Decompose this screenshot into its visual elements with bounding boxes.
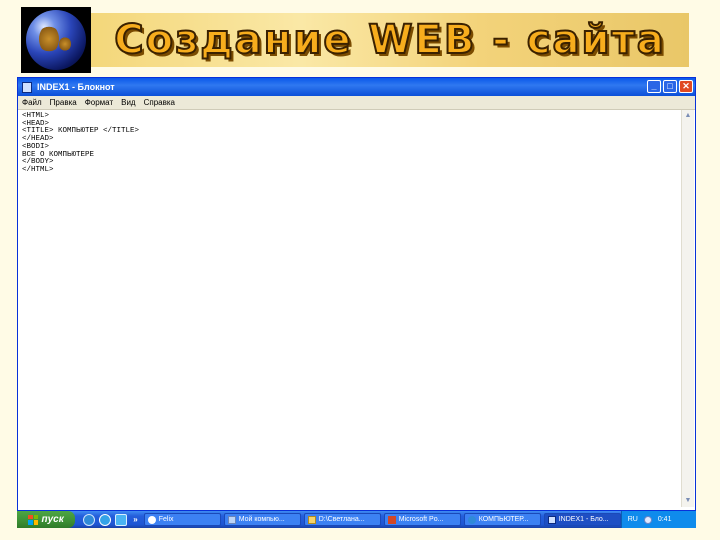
notepad-window[interactable]: INDEX1 - Блокнот _ □ ✕ Файл Правка Форма… [17,77,696,511]
task-felix[interactable]: Felix [143,513,221,526]
scroll-down-arrow-icon[interactable]: ▼ [683,496,693,506]
system-tray: RU 0:41 [620,511,696,528]
window-titlebar[interactable]: INDEX1 - Блокнот _ □ ✕ [18,78,695,96]
menu-format[interactable]: Формат [85,98,113,107]
task-folder[interactable]: D:\Светлана... [303,513,381,526]
task-label: Felix [158,516,174,523]
more-chevron-icon[interactable]: » [133,515,137,524]
page-title: Создание WEB - сайта [113,16,666,64]
globe-image [21,7,91,73]
task-label: Microsoft Po... [398,516,444,523]
task-label: INDEX1 - Бло... [558,516,609,523]
quick-launch: » [83,513,138,526]
paw-icon [147,515,156,524]
windows-logo-icon [28,514,39,525]
maximize-button[interactable]: □ [663,80,677,93]
window-title: INDEX1 - Блокнот [37,82,115,92]
editor-content[interactable]: <HTML> <HEAD> <TITLE> КОМПЬЮТЕР </TITLE>… [20,110,681,178]
vertical-scrollbar[interactable]: ▲ ▼ [681,110,694,507]
close-button[interactable]: ✕ [679,80,693,93]
task-label: D:\Светлана... [318,516,365,523]
text-editor[interactable]: <HTML> <HEAD> <TITLE> КОМПЬЮТЕР </TITLE>… [20,110,681,507]
globe-land [39,25,59,53]
menu-bar: Файл Правка Формат Вид Справка [18,96,695,110]
menu-view[interactable]: Вид [121,98,135,107]
menu-help[interactable]: Справка [144,98,175,107]
menu-file[interactable]: Файл [22,98,42,107]
task-label: Мой компью... [238,516,285,523]
desktop-quicklaunch-icon[interactable] [115,513,128,526]
task-list: Felix Мой компью... D:\Светлана... Micro… [143,513,621,526]
notepad-icon [547,515,556,524]
minimize-button[interactable]: _ [647,80,661,93]
scroll-up-arrow-icon[interactable]: ▲ [683,111,693,121]
notepad-icon [22,81,32,93]
clock[interactable]: 0:41 [658,516,672,523]
task-label: КОМПЬЮТЕР... [478,516,529,523]
task-notepad[interactable]: INDEX1 - Бло... [543,513,621,526]
language-indicator[interactable]: RU [628,516,638,523]
task-powerpoint[interactable]: Microsoft Po... [383,513,461,526]
header-banner: Создание WEB - сайта [91,13,689,67]
media-quicklaunch-icon[interactable] [99,513,112,526]
start-label: пуск [41,514,64,525]
menu-edit[interactable]: Правка [50,98,77,107]
browser-icon [467,515,476,524]
task-my-computer[interactable]: Мой компью... [223,513,301,526]
network-icon[interactable] [643,515,652,524]
powerpoint-icon [387,515,396,524]
start-button[interactable]: пуск [17,511,76,528]
task-browser[interactable]: КОМПЬЮТЕР... [463,513,541,526]
globe-land [59,37,71,51]
folder-icon [307,515,316,524]
browser-quicklaunch-icon[interactable] [83,513,96,526]
taskbar: пуск » Felix Мой компью... D:\Светлана..… [17,511,696,528]
computer-icon [227,515,236,524]
